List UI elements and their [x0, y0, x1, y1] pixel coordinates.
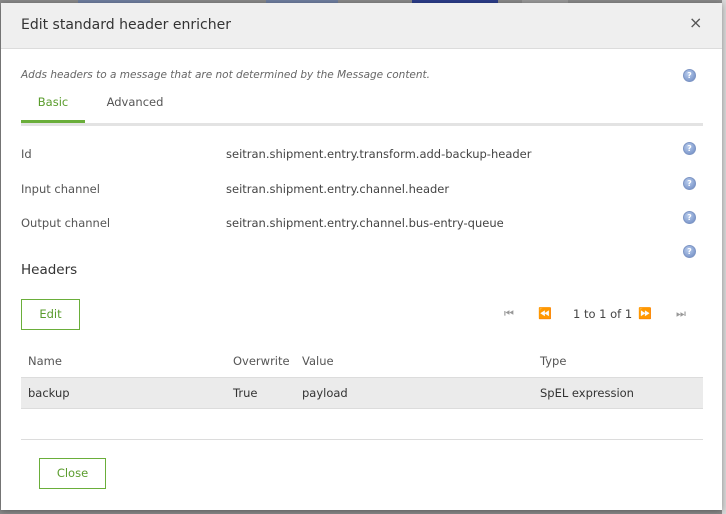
first-page-icon[interactable]: ⏮	[504, 307, 514, 321]
edit-header-enricher-dialog: Edit standard header enricher × Adds hea…	[1, 3, 722, 510]
footer-divider	[21, 439, 703, 440]
dialog-title: Edit standard header enricher	[21, 17, 231, 33]
tab-bar: Basic Advanced	[21, 91, 703, 126]
output-channel-label: Output channel	[21, 216, 111, 230]
edit-headers-button[interactable]: Edit	[21, 299, 80, 330]
last-page-icon[interactable]: ⏭	[676, 307, 686, 321]
close-icon[interactable]: ×	[689, 14, 702, 32]
cell-type: SpEL expression	[540, 386, 634, 400]
cell-name: backup	[28, 386, 70, 400]
background-panel	[722, 0, 726, 514]
input-channel-value[interactable]: seitran.shipment.entry.channel.header	[226, 182, 449, 196]
dialog-description: Adds headers to a message that are not d…	[21, 69, 431, 81]
id-label: Id	[21, 147, 32, 161]
tab-advanced[interactable]: Advanced	[103, 95, 167, 109]
column-header-type[interactable]: Type	[540, 354, 566, 368]
output-channel-value[interactable]: seitran.shipment.entry.channel.bus-entry…	[226, 216, 504, 230]
help-icon[interactable]: ?	[683, 211, 696, 224]
dialog-header: Edit standard header enricher ×	[1, 3, 722, 49]
column-header-name[interactable]: Name	[28, 354, 62, 368]
pagination-info: 1 to 1 of 1	[573, 307, 633, 321]
id-value[interactable]: seitran.shipment.entry.transform.add-bac…	[226, 147, 531, 161]
column-header-value[interactable]: Value	[302, 354, 334, 368]
help-icon[interactable]: ?	[683, 142, 696, 155]
input-channel-label: Input channel	[21, 182, 100, 196]
tab-basic[interactable]: Basic	[21, 95, 85, 109]
close-button[interactable]: Close	[39, 458, 106, 489]
previous-page-icon[interactable]: ⏪	[538, 307, 552, 320]
next-page-icon[interactable]: ⏩	[638, 307, 652, 320]
column-header-overwrite[interactable]: Overwrite	[233, 354, 290, 368]
headers-section-title: Headers	[21, 262, 78, 278]
table-row[interactable]: backup True payload SpEL expression	[21, 377, 703, 409]
help-icon[interactable]: ?	[683, 177, 696, 190]
cell-value: payload	[302, 386, 348, 400]
active-tab-indicator	[21, 120, 85, 123]
help-icon[interactable]: ?	[683, 69, 696, 82]
cell-overwrite: True	[233, 386, 258, 400]
help-icon[interactable]: ?	[683, 245, 696, 258]
